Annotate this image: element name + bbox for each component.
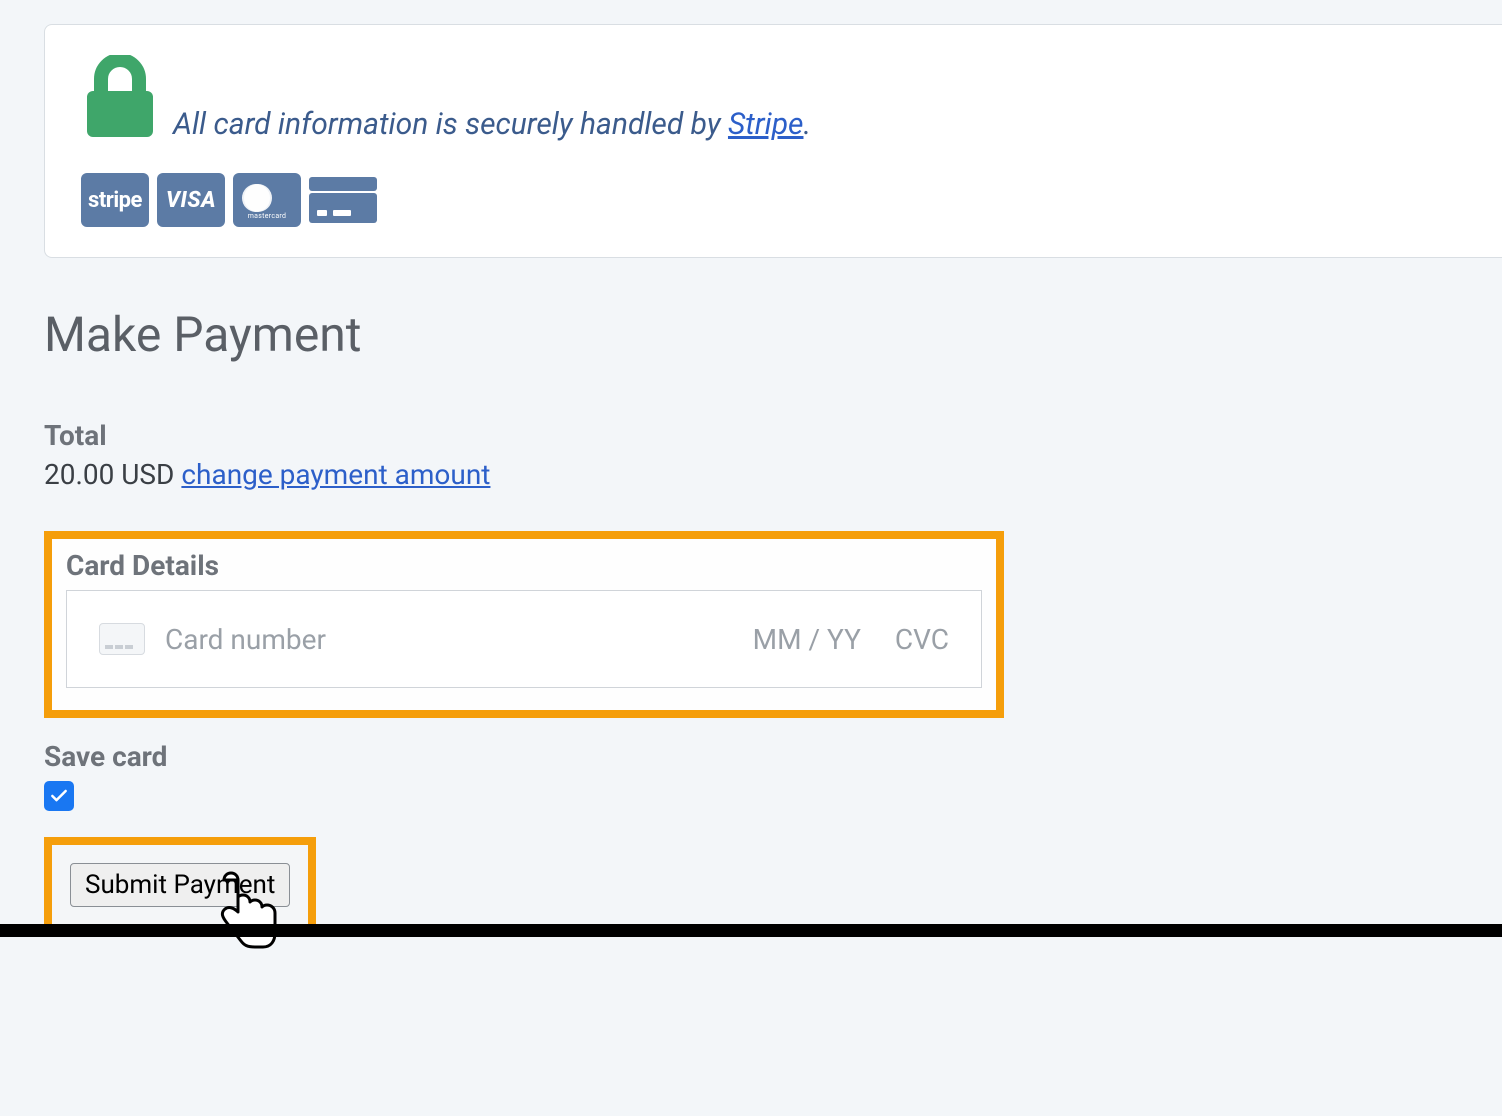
save-card-checkbox[interactable] — [44, 781, 74, 811]
card-details-label: Card Details — [66, 549, 982, 582]
bottom-strip — [0, 924, 1502, 937]
save-card-label: Save card — [44, 740, 1502, 773]
total-block: Total 20.00 USD change payment amount — [44, 419, 1502, 491]
card-number-placeholder: Card number — [165, 623, 326, 656]
save-card-block: Save card — [44, 740, 1502, 811]
security-message: All card information is securely handled… — [173, 107, 811, 143]
card-input[interactable]: Card number MM / YY CVC — [66, 590, 982, 688]
mastercard-badge-icon: mastercard — [233, 173, 301, 227]
security-banner: All card information is securely handled… — [44, 24, 1502, 258]
stripe-link[interactable]: Stripe — [728, 107, 804, 142]
card-icon — [99, 623, 145, 655]
security-message-prefix: All card information is securely handled… — [173, 107, 728, 142]
card-badges: stripe VISA mastercard — [81, 173, 1466, 227]
security-message-suffix: . — [803, 107, 811, 142]
submit-highlight: Submit Payment — [44, 837, 316, 933]
generic-card-badge-icon — [309, 173, 377, 227]
total-amount: 20.00 USD — [44, 458, 174, 491]
page-title: Make Payment — [44, 306, 1502, 363]
lock-icon — [81, 55, 159, 143]
stripe-badge-icon: stripe — [81, 173, 149, 227]
visa-badge-icon: VISA — [157, 173, 225, 227]
submit-payment-button[interactable]: Submit Payment — [70, 863, 290, 907]
card-expiry-placeholder: MM / YY — [753, 623, 861, 656]
total-line: 20.00 USD change payment amount — [44, 458, 1502, 491]
change-amount-link[interactable]: change payment amount — [181, 458, 490, 491]
card-cvc-placeholder: CVC — [895, 623, 949, 656]
total-label: Total — [44, 419, 1502, 452]
card-details-highlight: Card Details Card number MM / YY CVC — [44, 531, 1004, 718]
